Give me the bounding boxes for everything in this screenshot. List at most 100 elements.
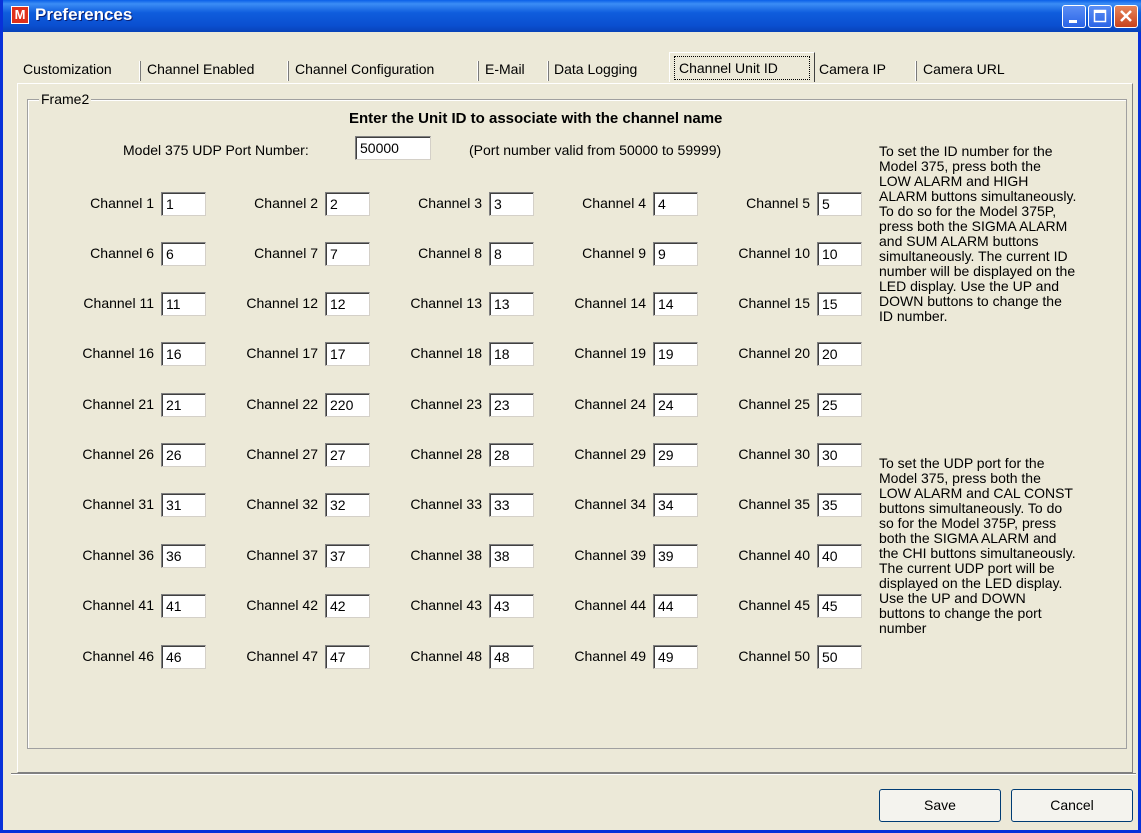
channel-unit-id-field[interactable]: 35 (817, 493, 862, 517)
channel-unit-id-field[interactable]: 10 (817, 242, 862, 266)
channel-label: Channel 39 (574, 547, 646, 563)
tab-camera-url[interactable]: Camera URL (923, 56, 1005, 82)
tab-channel-configuration[interactable]: Channel Configuration (295, 56, 434, 82)
udp-port-field[interactable]: 50000 (355, 136, 431, 160)
channel-unit-id-field[interactable]: 41 (161, 594, 206, 618)
minimize-button[interactable] (1062, 5, 1086, 28)
help-line: and SUM ALARM buttons (879, 233, 1039, 249)
channel-unit-id-field[interactable]: 25 (817, 393, 862, 417)
channel-unit-id-field[interactable]: 32 (325, 493, 370, 517)
channel-label: Channel 15 (738, 295, 810, 311)
channel-unit-id-field[interactable]: 4 (653, 192, 698, 216)
preferences-window: M Preferences Customization Channel Enabl… (0, 0, 1141, 833)
channel-label: Channel 19 (574, 345, 646, 361)
channel-label: Channel 6 (90, 245, 154, 261)
channel-unit-id-field[interactable]: 14 (653, 292, 698, 316)
save-button[interactable]: Save (879, 789, 1001, 822)
channel-label: Channel 2 (254, 195, 318, 211)
channel-unit-id-field[interactable]: 49 (653, 645, 698, 669)
channel-unit-id-field[interactable]: 3 (489, 192, 534, 216)
channel-unit-id-field[interactable]: 17 (325, 342, 370, 366)
help-line: number will be displayed on the (879, 263, 1076, 279)
channel-unit-id-field[interactable]: 12 (325, 292, 370, 316)
channel-unit-id-field[interactable]: 45 (817, 594, 862, 618)
help-line: both the SIGMA ALARM and (879, 530, 1057, 546)
tab-e-mail[interactable]: E-Mail (485, 56, 525, 82)
channel-unit-id-field[interactable]: 18 (489, 342, 534, 366)
help-line: Model 375, press both the (879, 470, 1041, 486)
channel-unit-id-field[interactable]: 44 (653, 594, 698, 618)
title-bar[interactable]: M Preferences (3, 0, 1141, 32)
channel-unit-id-field[interactable]: 2 (325, 192, 370, 216)
channel-unit-id-field[interactable]: 37 (325, 544, 370, 568)
channel-unit-id-field[interactable]: 47 (325, 645, 370, 669)
help-line: so for the Model 375P, press (879, 515, 1057, 531)
channel-unit-id-field[interactable]: 23 (489, 393, 534, 417)
channel-unit-id-field[interactable]: 21 (161, 393, 206, 417)
channel-unit-id-field[interactable]: 26 (161, 443, 206, 467)
channel-unit-id-field[interactable]: 7 (325, 242, 370, 266)
channel-unit-id-field[interactable]: 19 (653, 342, 698, 366)
tab-camera-ip[interactable]: Camera IP (819, 56, 886, 82)
channel-label: Channel 47 (246, 648, 318, 664)
help-line: To do so for the Model 375P, (879, 203, 1057, 219)
channel-label: Channel 28 (410, 446, 482, 462)
tab-channel-unit-id[interactable]: Channel Unit ID (669, 52, 815, 82)
tab-separator (287, 61, 289, 81)
channel-unit-id-field[interactable]: 42 (325, 594, 370, 618)
channel-label: Channel 7 (254, 245, 318, 261)
channel-unit-id-field[interactable]: 43 (489, 594, 534, 618)
channel-unit-id-field[interactable]: 48 (489, 645, 534, 669)
channel-unit-id-field[interactable]: 46 (161, 645, 206, 669)
port-help-text: To set the UDP port for the Model 375, pr… (879, 456, 1129, 636)
channel-label: Channel 35 (738, 496, 810, 512)
channel-unit-id-field[interactable]: 16 (161, 342, 206, 366)
channel-unit-id-field[interactable]: 6 (161, 242, 206, 266)
channel-unit-id-field[interactable]: 15 (817, 292, 862, 316)
channel-label: Channel 3 (418, 195, 482, 211)
channel-unit-id-field[interactable]: 9 (653, 242, 698, 266)
cancel-button[interactable]: Cancel (1011, 789, 1133, 822)
channel-unit-id-field[interactable]: 8 (489, 242, 534, 266)
channel-unit-id-field[interactable]: 29 (653, 443, 698, 467)
channel-unit-id-field[interactable]: 11 (161, 292, 206, 316)
udp-port-label: Model 375 UDP Port Number: (123, 142, 309, 158)
maximize-button[interactable] (1088, 5, 1112, 28)
channel-unit-id-field[interactable]: 28 (489, 443, 534, 467)
channel-label: Channel 18 (410, 345, 482, 361)
channel-unit-id-field[interactable]: 30 (817, 443, 862, 467)
footer-divider (11, 773, 1136, 775)
channel-label: Channel 29 (574, 446, 646, 462)
channel-unit-id-field[interactable]: 38 (489, 544, 534, 568)
close-button[interactable] (1114, 5, 1138, 28)
tab-separator (477, 61, 479, 81)
channel-unit-id-field[interactable]: 33 (489, 493, 534, 517)
channel-label: Channel 5 (746, 195, 810, 211)
channel-label: Channel 12 (246, 295, 318, 311)
channel-unit-id-field[interactable]: 220 (325, 393, 370, 417)
tab-separator (139, 61, 141, 81)
channel-label: Channel 45 (738, 597, 810, 613)
channel-label: Channel 30 (738, 446, 810, 462)
channel-unit-id-field[interactable]: 1 (161, 192, 206, 216)
frame-heading: Enter the Unit ID to associate with the … (349, 110, 723, 127)
channel-unit-id-field[interactable]: 20 (817, 342, 862, 366)
channel-unit-id-field[interactable]: 27 (325, 443, 370, 467)
channel-label: Channel 24 (574, 396, 646, 412)
help-line: the CHI buttons simultaneously. (879, 545, 1076, 561)
channel-unit-id-field[interactable]: 36 (161, 544, 206, 568)
window-title: Preferences (35, 5, 133, 24)
channel-unit-id-field[interactable]: 5 (817, 192, 862, 216)
tab-data-logging[interactable]: Data Logging (554, 56, 637, 82)
channel-unit-id-field[interactable]: 31 (161, 493, 206, 517)
tab-channel-enabled[interactable]: Channel Enabled (147, 56, 254, 82)
channel-unit-id-field[interactable]: 13 (489, 292, 534, 316)
channel-label: Channel 27 (246, 446, 318, 462)
channel-unit-id-field[interactable]: 24 (653, 393, 698, 417)
channel-unit-id-field[interactable]: 40 (817, 544, 862, 568)
channel-unit-id-field[interactable]: 50 (817, 645, 862, 669)
tab-customization[interactable]: Customization (23, 56, 112, 82)
help-line: press both the SIGMA ALARM (879, 218, 1068, 234)
channel-unit-id-field[interactable]: 34 (653, 493, 698, 517)
channel-unit-id-field[interactable]: 39 (653, 544, 698, 568)
